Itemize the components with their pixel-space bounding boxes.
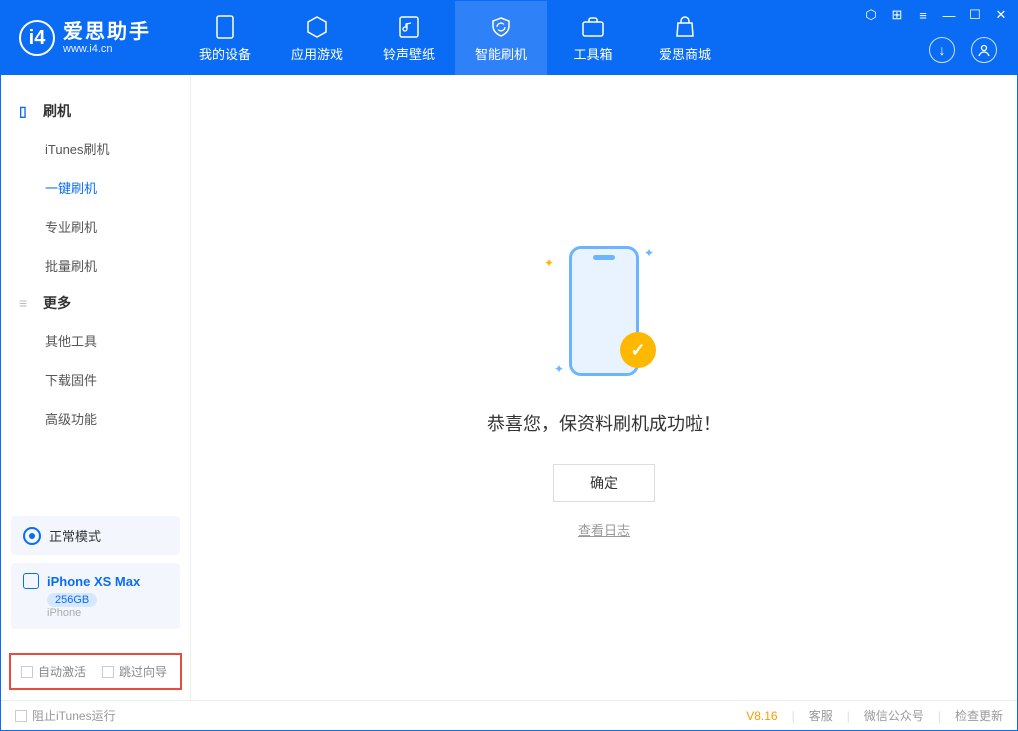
sidebar-item-advanced[interactable]: 高级功能: [1, 399, 190, 438]
sparkle-icon: ✦: [554, 362, 564, 376]
support-link[interactable]: 客服: [809, 707, 833, 724]
nav-label: 应用游戏: [291, 44, 343, 63]
list-icon: ≡: [19, 295, 35, 311]
check-badge-icon: ✓: [620, 332, 656, 368]
bag-icon: [672, 14, 698, 40]
device-card[interactable]: iPhone XS Max 256GB iPhone: [11, 563, 180, 629]
feedback-icon[interactable]: ⊞: [889, 7, 905, 23]
nav-label: 智能刷机: [475, 44, 527, 63]
wechat-link[interactable]: 微信公众号: [864, 707, 924, 724]
cube-icon: [304, 14, 330, 40]
checkbox-auto-activate[interactable]: 自动激活: [21, 663, 86, 680]
sparkle-icon: ✦: [644, 246, 654, 260]
device-icon: [23, 573, 39, 589]
nav-my-device[interactable]: 我的设备: [179, 1, 271, 75]
sidebar-item-pro-flash[interactable]: 专业刷机: [1, 207, 190, 246]
nav-toolbox[interactable]: 工具箱: [547, 1, 639, 75]
logo[interactable]: i4 爱思助手 www.i4.cn: [1, 20, 169, 56]
app-url: www.i4.cn: [63, 43, 151, 55]
nav-label: 工具箱: [573, 44, 612, 63]
device-capacity: 256GB: [47, 593, 97, 607]
main-nav: 我的设备 应用游戏 铃声壁纸 智能刷机 工具箱 爱思商城: [179, 1, 731, 75]
view-log-link[interactable]: 查看日志: [578, 520, 630, 539]
checkbox-icon: [15, 710, 27, 722]
confirm-button[interactable]: 确定: [553, 464, 655, 502]
refresh-shield-icon: [488, 14, 514, 40]
check-update-link[interactable]: 检查更新: [955, 707, 1003, 724]
nav-ringtone-wallpaper[interactable]: 铃声壁纸: [363, 1, 455, 75]
sidebar-item-oneclick-flash[interactable]: 一键刷机: [1, 168, 190, 207]
window-controls: ⬡ ⊞ ≡ — ☐ ✕: [863, 7, 1009, 23]
app-title: 爱思助手: [63, 21, 151, 43]
sparkle-icon: ✦: [544, 256, 554, 270]
success-message: 恭喜您，保资料刷机成功啦！: [487, 410, 721, 436]
checkbox-block-itunes[interactable]: 阻止iTunes运行: [15, 707, 116, 724]
nav-label: 爱思商城: [659, 44, 711, 63]
sidebar-section-flash[interactable]: ▯ 刷机: [1, 93, 190, 129]
phone-icon: ▯: [19, 103, 35, 120]
shirt-icon[interactable]: ⬡: [863, 7, 879, 23]
nav-store[interactable]: 爱思商城: [639, 1, 731, 75]
sidebar-item-download-firmware[interactable]: 下载固件: [1, 360, 190, 399]
close-button[interactable]: ✕: [993, 7, 1009, 23]
mode-card[interactable]: 正常模式: [11, 516, 180, 555]
user-icon[interactable]: [971, 37, 997, 63]
device-name: iPhone XS Max: [47, 574, 140, 589]
checkbox-icon: [102, 666, 114, 678]
maximize-button[interactable]: ☐: [967, 7, 983, 23]
mode-icon: [23, 527, 41, 545]
logo-icon: i4: [19, 20, 55, 56]
briefcase-icon: [580, 14, 606, 40]
app-header: i4 爱思助手 www.i4.cn 我的设备 应用游戏 铃声壁纸 智能刷机 工具…: [1, 1, 1017, 75]
checkbox-skip-guide[interactable]: 跳过向导: [102, 663, 167, 680]
music-note-icon: [396, 14, 422, 40]
menu-icon[interactable]: ≡: [915, 8, 931, 23]
nav-smart-flash[interactable]: 智能刷机: [455, 1, 547, 75]
device-icon: [212, 14, 238, 40]
sidebar-item-other-tools[interactable]: 其他工具: [1, 321, 190, 360]
nav-label: 铃声壁纸: [383, 44, 435, 63]
nav-apps-games[interactable]: 应用游戏: [271, 1, 363, 75]
flash-options-highlighted: 自动激活 跳过向导: [9, 653, 182, 690]
status-bar: 阻止iTunes运行 V8.16 | 客服 | 微信公众号 | 检查更新: [1, 700, 1017, 730]
success-illustration: ✦ ✦ ✦ ✓: [534, 236, 674, 386]
sidebar: ▯ 刷机 iTunes刷机 一键刷机 专业刷机 批量刷机 ≡ 更多 其他工具 下…: [1, 75, 191, 700]
download-icon[interactable]: ↓: [929, 37, 955, 63]
header-action-icons: ↓: [929, 37, 997, 63]
main-content: ✦ ✦ ✦ ✓ 恭喜您，保资料刷机成功啦！ 确定 查看日志: [191, 75, 1017, 700]
checkbox-icon: [21, 666, 33, 678]
nav-label: 我的设备: [199, 44, 251, 63]
minimize-button[interactable]: —: [941, 8, 957, 23]
version-label: V8.16: [746, 709, 777, 723]
sidebar-section-more[interactable]: ≡ 更多: [1, 285, 190, 321]
mode-label: 正常模式: [49, 526, 101, 545]
sidebar-item-batch-flash[interactable]: 批量刷机: [1, 246, 190, 285]
device-type: iPhone: [47, 607, 81, 619]
sidebar-item-itunes-flash[interactable]: iTunes刷机: [1, 129, 190, 168]
